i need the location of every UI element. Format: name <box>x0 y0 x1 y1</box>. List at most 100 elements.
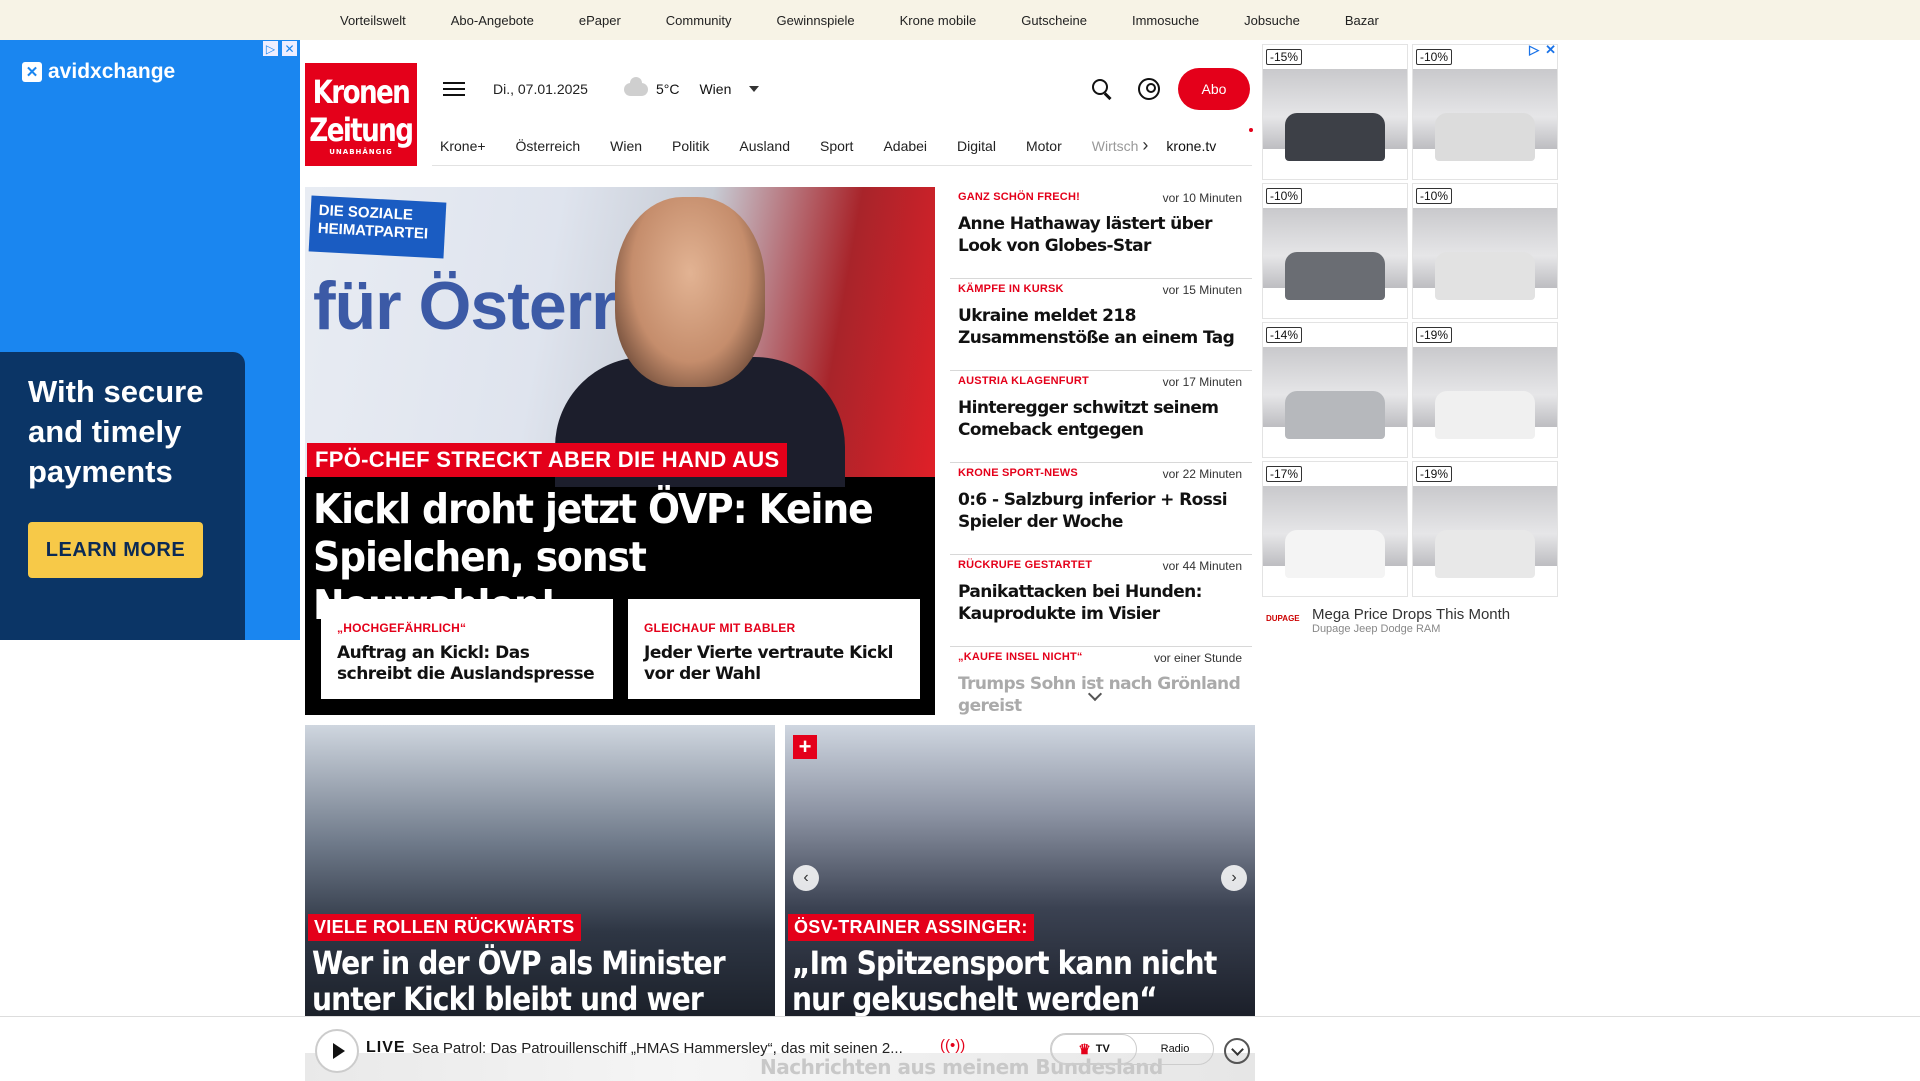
ad-product-grid: -15% -10% -10% -10% -14% -19% -17% -19% <box>1262 44 1560 597</box>
krone-plus-icon: + <box>793 734 817 759</box>
sub-headline: Auftrag an Kickl: Das schreibt die Ausla… <box>337 643 595 684</box>
search-icon[interactable] <box>1090 77 1114 101</box>
article-tile-oesv[interactable]: + ‹ › ÖSV-TRAINER ASSINGER: „Im Spitzens… <box>785 725 1255 1020</box>
menu-icon[interactable] <box>443 82 465 96</box>
list-item[interactable]: KRONE SPORT-NEWS vor 22 Minuten 0:6 - Sa… <box>950 463 1252 555</box>
article-tile-oevp[interactable]: VIELE ROLLEN RÜCKWÄRTS Wer in der ÖVP al… <box>305 725 775 1020</box>
ad-footer[interactable]: DUPAGE Mega Price Drops This Month Dupag… <box>1262 600 1560 640</box>
topbar-link-epaper[interactable]: ePaper <box>579 13 621 28</box>
car-icon <box>1435 530 1535 578</box>
abo-button[interactable]: Abo <box>1178 68 1250 110</box>
product-image <box>1263 347 1407 439</box>
topbar-link-gutscheine[interactable]: Gutscheine <box>1021 13 1087 28</box>
user-account-icon[interactable] <box>1138 78 1160 100</box>
hero-article[interactable]: DIE SOZIALE HEIMATPARTEI für Österre FPÖ… <box>305 187 935 715</box>
nav-item-wirtschaft[interactable]: Wirtsch <box>1092 138 1139 154</box>
hero-sub-article-1[interactable]: „HOCHGEFÄHRLICH“ Auftrag an Kickl: Das s… <box>321 599 613 699</box>
ad-choices[interactable]: ▷ ✕ <box>1529 42 1556 58</box>
list-item[interactable]: GANZ SCHÖN FRECH! vor 10 Minuten Anne Ha… <box>950 187 1252 279</box>
discount-badge: -15% <box>1266 49 1303 65</box>
topbar-link-abo-angebote[interactable]: Abo-Angebote <box>451 13 534 28</box>
left-banner-ad[interactable]: ✕ avidxchange ▷ ✕ With secure and timely… <box>0 40 300 640</box>
ad-product-card[interactable]: -14% <box>1262 322 1408 458</box>
item-time: vor 44 Minuten <box>1162 559 1242 573</box>
ad-advertiser: Dupage Jeep Dodge RAM <box>1312 622 1441 635</box>
topbar-link-community[interactable]: Community <box>666 13 732 28</box>
ad-product-card[interactable]: -19% <box>1412 322 1558 458</box>
tv-label: TV <box>1095 1043 1110 1055</box>
speaker-face <box>615 197 765 387</box>
nav-item-ausland[interactable]: Ausland <box>739 138 790 154</box>
temperature: 5°C <box>655 81 680 97</box>
list-item[interactable]: KÄMPFE IN KURSK vor 15 Minuten Ukraine m… <box>950 279 1252 371</box>
nav-item-kroneplus[interactable]: Krone+ <box>440 138 486 154</box>
ad-product-card[interactable]: -10% <box>1262 183 1408 319</box>
nav-item-oesterreich[interactable]: Österreich <box>516 138 581 154</box>
chevron-down-icon[interactable] <box>1224 1038 1250 1064</box>
nav-item-wien[interactable]: Wien <box>610 138 642 154</box>
nav-item-sport[interactable]: Sport <box>820 138 853 154</box>
krone-logo[interactable]: Kronen Zeitung UNABHÄNGIG <box>305 63 417 166</box>
chevron-right-icon[interactable]: › <box>1142 135 1148 156</box>
ad-close-icon[interactable]: ✕ <box>281 40 298 57</box>
topbar-link-immosuche[interactable]: Immosuche <box>1132 13 1199 28</box>
cloud-weather-icon <box>623 76 648 96</box>
discount-badge: -10% <box>1416 188 1453 204</box>
nav-item-krone-tv[interactable]: krone.tv <box>1166 138 1216 154</box>
nav-item-adabei[interactable]: Adabei <box>883 138 927 154</box>
play-icon[interactable] <box>315 1029 359 1073</box>
ad-product-card[interactable]: -10% <box>1412 44 1558 180</box>
logo-line-2: Zeitung <box>309 111 414 149</box>
item-headline: Ukraine meldet 218 Zusammenstöße an eine… <box>958 306 1235 348</box>
discount-badge: -17% <box>1266 466 1303 482</box>
car-icon <box>1285 113 1385 161</box>
topbar-link-jobsuche[interactable]: Jobsuche <box>1244 13 1300 28</box>
topbar-link-krone-mobile[interactable]: Krone mobile <box>900 13 977 28</box>
topbar-link-bazar[interactable]: Bazar <box>1345 13 1379 28</box>
tile-headline: „Im Spitzensport kann nicht nur gekusche… <box>792 944 1217 1018</box>
nav-item-digital[interactable]: Digital <box>957 138 996 154</box>
discount-badge: -19% <box>1416 327 1453 343</box>
ad-product-card[interactable]: -10% <box>1412 183 1558 319</box>
chevron-left-icon[interactable]: ‹ <box>793 865 819 891</box>
chevron-down-icon[interactable] <box>749 86 760 92</box>
list-item[interactable]: AUSTRIA KLAGENFURT vor 17 Minuten Hinter… <box>950 371 1252 463</box>
list-item[interactable]: „KAUFE INSEL NICHT“ vor einer Stunde Tru… <box>950 647 1252 715</box>
now-playing-title[interactable]: Sea Patrol: Das Patrouillenschiff „HMAS … <box>412 1040 903 1057</box>
ad-panel: With secure and timely payments LEARN MO… <box>0 352 245 640</box>
nav-item-politik[interactable]: Politik <box>672 138 709 154</box>
hero-kicker: FPÖ-CHEF STRECKT ABER DIE HAND AUS <box>307 443 788 477</box>
tile-kicker: VIELE ROLLEN RÜCKWÄRTS <box>308 914 581 941</box>
right-display-ad[interactable]: -15% -10% -10% -10% -14% -19% -17% -19% … <box>1262 40 1560 646</box>
logo-line-1: Kronen <box>312 73 411 111</box>
chevron-right-icon[interactable]: › <box>1221 865 1247 891</box>
discount-badge: -19% <box>1416 466 1453 482</box>
ad-product-card[interactable]: -19% <box>1412 461 1558 597</box>
item-time: vor 10 Minuten <box>1162 191 1242 205</box>
logo-tagline: UNABHÄNGIG <box>329 148 393 156</box>
topbar-link-vorteilswelt[interactable]: Vorteilswelt <box>340 13 406 28</box>
item-headline: Hinteregger schwitzt seinem Comeback ent… <box>958 398 1219 440</box>
sub-kicker: GLEICHAUF MIT BABLER <box>644 621 796 635</box>
tile-headline: Wer in der ÖVP als Minister unter Kickl … <box>312 944 726 1020</box>
sub-headline: Jeder Vierte vertraute Kickl vor der Wah… <box>644 643 893 684</box>
media-switch: ♛ TV Radio <box>1050 1033 1214 1065</box>
ad-cta-button[interactable]: LEARN MORE <box>28 522 203 578</box>
product-image <box>1263 486 1407 578</box>
ad-info-icon[interactable]: ▷ <box>262 40 279 57</box>
car-icon <box>1285 391 1385 439</box>
ad-product-card[interactable]: -15% <box>1262 44 1408 180</box>
news-ticker-list: GANZ SCHÖN FRECH! vor 10 Minuten Anne Ha… <box>950 187 1252 715</box>
nav-item-motor[interactable]: Motor <box>1026 138 1062 154</box>
hero-sub-article-2[interactable]: GLEICHAUF MIT BABLER Jeder Vierte vertra… <box>628 599 920 699</box>
radio-toggle[interactable]: Radio <box>1137 1034 1213 1064</box>
topbar-link-gewinnspiele[interactable]: Gewinnspiele <box>777 13 855 28</box>
ad-product-card[interactable]: -17% <box>1262 461 1408 597</box>
ad-close-icon[interactable]: ✕ <box>1545 42 1556 58</box>
ad-choices[interactable]: ▷ ✕ <box>262 40 298 57</box>
tv-toggle[interactable]: ♛ TV <box>1051 1034 1137 1064</box>
car-icon <box>1435 113 1535 161</box>
ad-info-icon[interactable]: ▷ <box>1529 42 1539 58</box>
list-item[interactable]: RÜCKRUFE GESTARTET vor 44 Minuten Panika… <box>950 555 1252 647</box>
location-select[interactable]: Wien <box>699 81 731 97</box>
